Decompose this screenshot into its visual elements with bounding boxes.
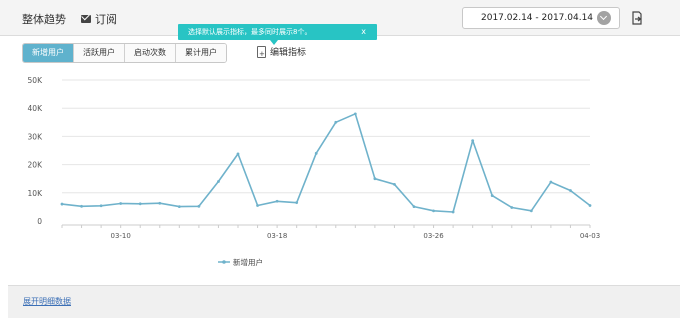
data-point (295, 201, 299, 205)
y-tick-label: 40K (28, 104, 44, 113)
data-point (432, 209, 435, 213)
y-tick-label: 20K (28, 161, 44, 170)
data-point (177, 205, 181, 209)
tab-active-users[interactable]: 活跃用户 (74, 44, 125, 62)
edit-metrics-button[interactable]: 编辑指标 (257, 45, 306, 58)
date-range-picker[interactable]: 2017.02.14 - 2017.04.14 (462, 7, 620, 29)
data-point (451, 210, 455, 214)
page-title: 整体趋势 (22, 13, 66, 26)
data-point (158, 201, 162, 205)
tab-launch-count[interactable]: 启动次数 (125, 44, 176, 62)
data-point (549, 180, 553, 184)
data-point (353, 112, 357, 116)
trend-line-chart: 50K 40K 30K 20K 10K 0 03-10 03-18 03-26 04-03 新增用户 (28, 76, 601, 267)
x-tick-label: 04-03 (580, 232, 600, 240)
x-tick-label: 03-26 (423, 232, 444, 240)
data-point (256, 204, 259, 207)
x-tick-label: 03-18 (267, 232, 287, 240)
data-point (393, 182, 396, 186)
footer-bar: 展开明细数据 (8, 285, 680, 318)
data-point (510, 206, 514, 209)
subscribe-button[interactable]: 订阅 (81, 11, 117, 27)
data-point (60, 202, 64, 206)
date-range-value: 2017.02.14 - 2017.04.14 (481, 13, 594, 23)
data-point (119, 202, 123, 205)
data-point (80, 204, 83, 208)
export-icon[interactable] (632, 11, 643, 25)
series-line-new-users (61, 112, 591, 213)
y-tick-label: 30K (28, 132, 44, 141)
data-point (99, 204, 103, 208)
y-tick-label: 50K (28, 76, 44, 85)
tooltip-text: 选择默认展示指标，最多同时展示8个。 (188, 28, 312, 36)
data-point (217, 180, 220, 183)
data-point (529, 209, 533, 213)
tooltip-close-button[interactable]: x (361, 24, 366, 40)
data-point (314, 151, 318, 155)
mail-icon (81, 15, 91, 23)
data-point (490, 194, 494, 198)
data-point (275, 199, 279, 203)
data-point (471, 139, 475, 143)
data-point (334, 120, 338, 124)
expand-details-link[interactable]: 展开明细数据 (23, 296, 71, 307)
y-tick-label: 0 (37, 217, 42, 226)
data-point (236, 152, 240, 156)
data-point (569, 189, 572, 192)
tab-total-users[interactable]: 累计用户 (176, 44, 226, 62)
tab-new-users[interactable]: 新增用户 (23, 44, 74, 62)
legend-label: 新增用户 (233, 257, 263, 267)
legend-swatch-point (222, 260, 226, 264)
subscribe-label: 订阅 (95, 13, 117, 26)
y-tick-label: 10K (28, 189, 44, 198)
data-point (138, 202, 142, 206)
document-add-icon (257, 45, 266, 58)
chevron-down-icon[interactable] (597, 11, 611, 25)
hint-tooltip: 选择默认展示指标，最多同时展示8个。 x (178, 24, 377, 40)
data-point (412, 205, 416, 209)
metric-tabs: 新增用户 活跃用户 启动次数 累计用户 (22, 43, 227, 63)
data-point (373, 177, 377, 181)
edit-metrics-label: 编辑指标 (270, 48, 307, 58)
data-point (588, 204, 592, 207)
data-point (197, 204, 201, 208)
x-tick-label: 03-10 (110, 232, 130, 240)
